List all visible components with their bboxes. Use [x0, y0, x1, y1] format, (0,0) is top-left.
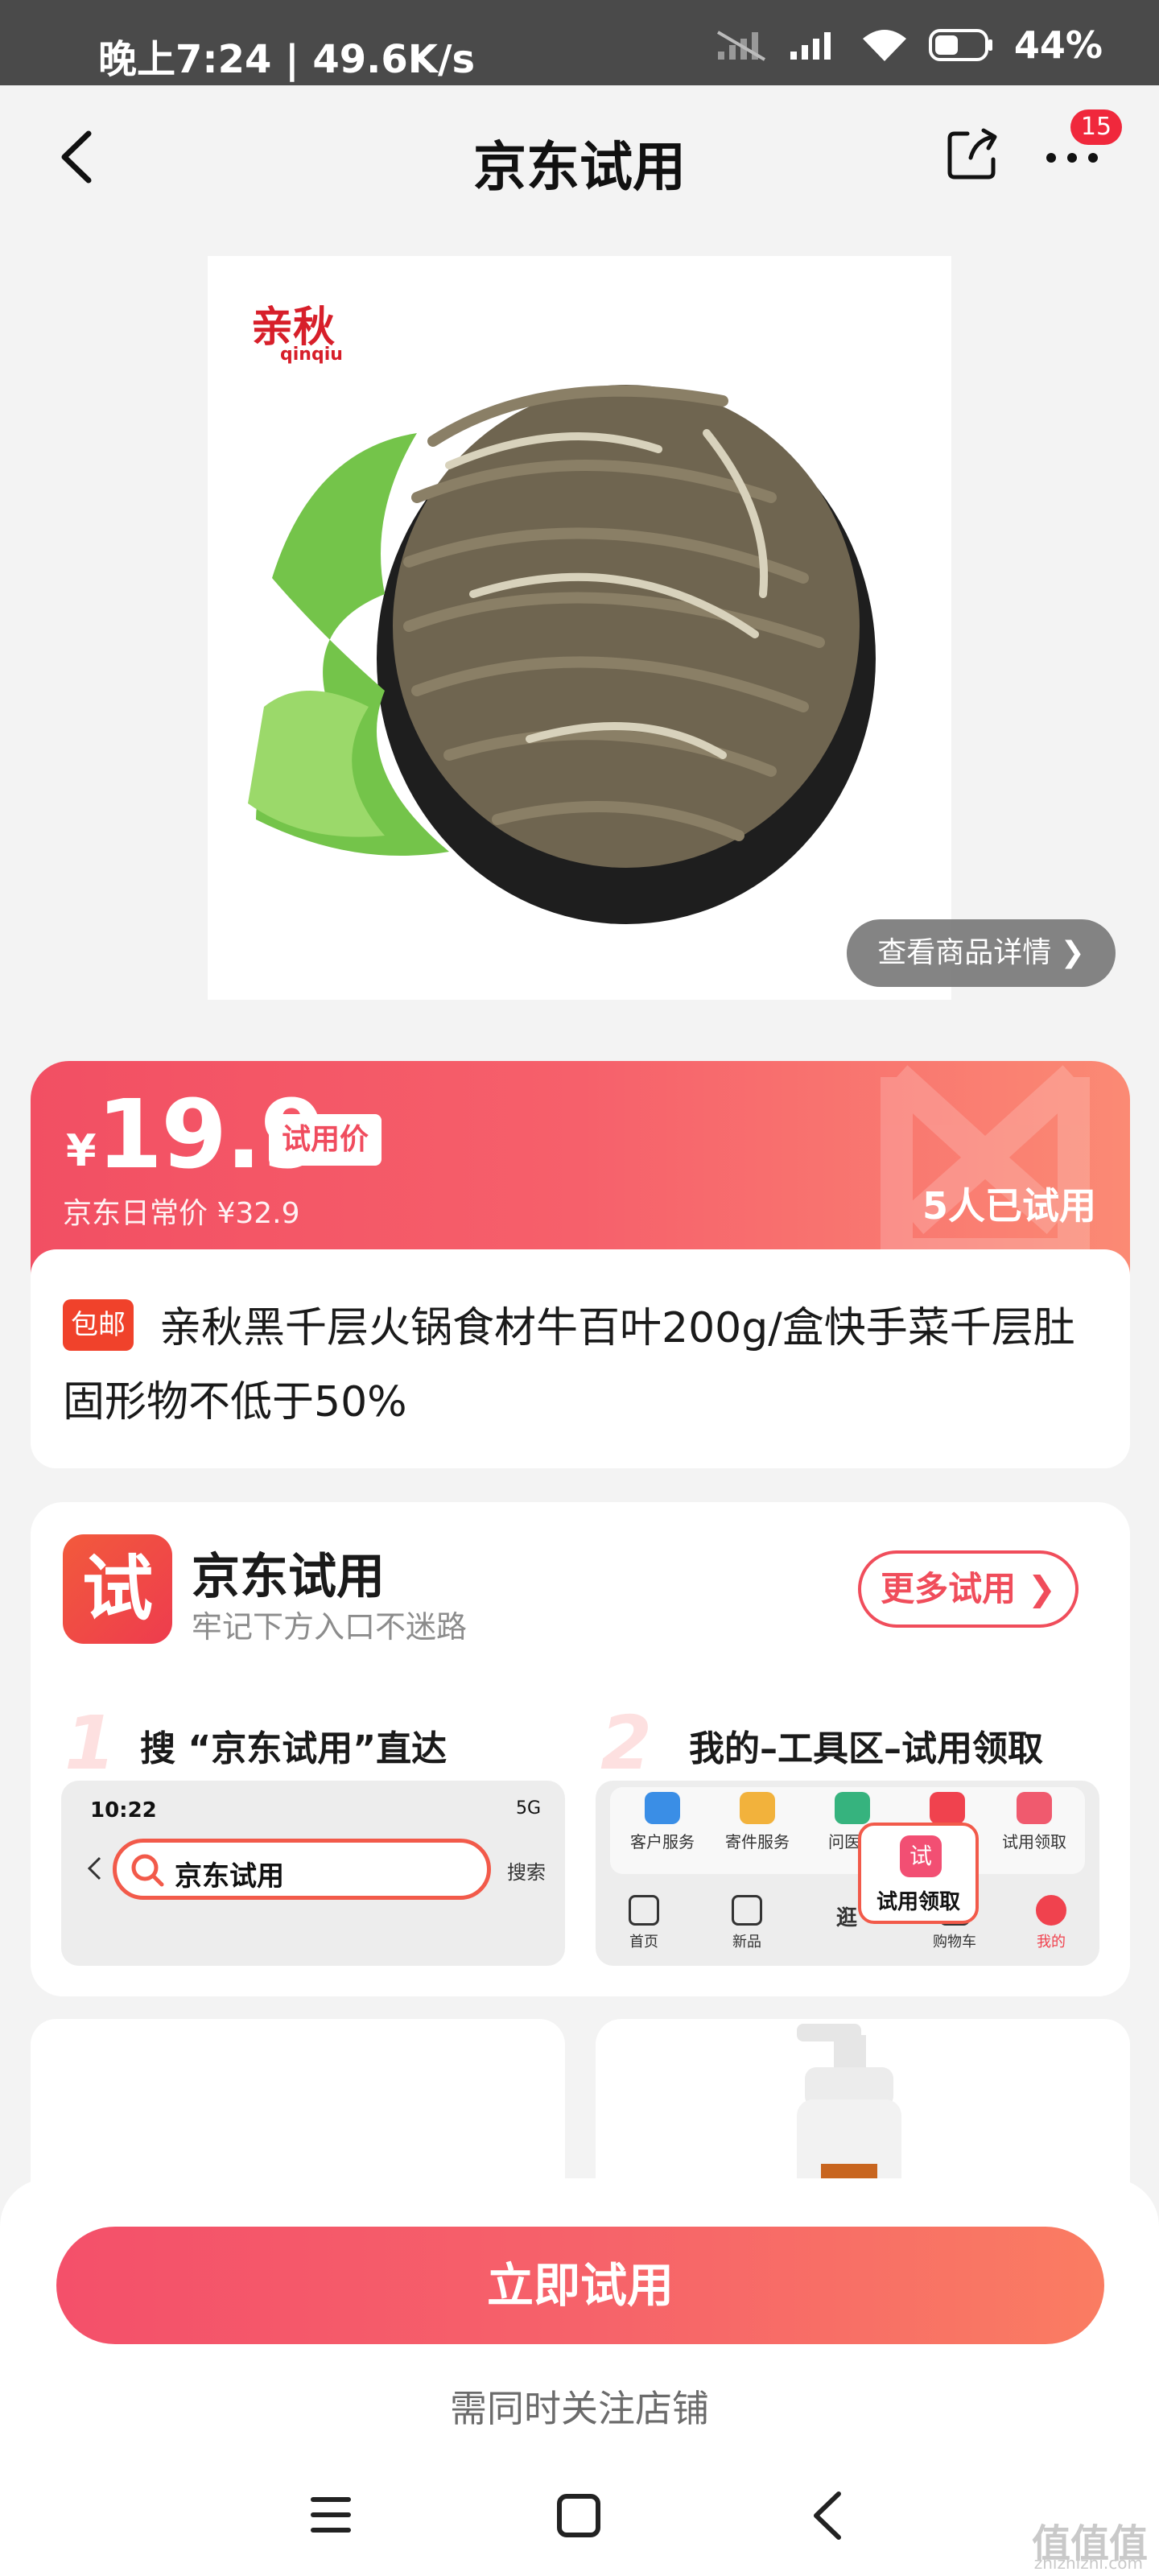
view-details-button[interactable]: 查看商品详情 ❯	[847, 919, 1116, 987]
doctor-icon	[835, 1792, 870, 1824]
trial-bag-icon	[1017, 1792, 1052, 1824]
regular-price: 京东日常价 ¥32.9	[63, 1197, 300, 1230]
status-bar: 晚上7:24 | 49.6K/s 44%	[0, 0, 1159, 85]
product-bottle-image	[797, 2024, 901, 2196]
product-image[interactable]: 亲秋 qinqiu	[208, 256, 951, 1000]
trial-price-tag: 试用价	[269, 1114, 382, 1166]
refresh-bag-icon	[930, 1792, 965, 1824]
product-title: 亲秋黑千层火锅食材牛百叶200g/盒快手菜千层肚 固形物不低于50%	[63, 1304, 1075, 1426]
mini-tool-item: 寄件服务	[713, 1792, 802, 1852]
trial-logo-icon: 试	[63, 1534, 172, 1644]
mini-status-network: 5G	[515, 1798, 541, 1818]
mini-tab-label: 购物车	[933, 1934, 976, 1951]
battery-icon	[928, 29, 992, 61]
mini-tool-label: 寄件服务	[725, 1832, 790, 1852]
trial-card-title: 京东试用	[192, 1549, 385, 1605]
bottom-action-sheet: 立即试用 需同时关注店铺	[0, 2178, 1159, 2576]
trial-card-subtitle: 牢记下方入口不迷路	[192, 1609, 468, 1645]
mini-tab: 我的	[1011, 1895, 1091, 1951]
mini-tool-label: 试用领取	[1002, 1832, 1066, 1852]
product-title-card: 亲秋黑千层火锅食材牛百叶200g/盒快手菜千层肚 固形物不低于50% 包邮	[31, 1249, 1130, 1468]
share-icon[interactable]	[943, 126, 1001, 184]
status-icons: 44%	[716, 23, 1103, 68]
more-trials-button[interactable]: 更多试用 ❯	[858, 1550, 1079, 1628]
system-back-icon[interactable]	[808, 2487, 847, 2544]
home-square-icon[interactable]	[557, 2494, 600, 2537]
price-currency: ¥	[66, 1125, 97, 1176]
search-icon	[131, 1854, 164, 1887]
headset-icon	[645, 1792, 680, 1824]
signal-icon	[790, 32, 831, 60]
product-photo	[248, 385, 876, 924]
step-1-text: 搜 “京东试用”直达	[140, 1728, 448, 1769]
nav-bar: 京东试用 15	[0, 85, 1159, 229]
price-card: ¥ 19.9 试用价 京东日常价 ¥32.9 5人已试用 亲秋黑千层火锅食材牛百…	[31, 1061, 1130, 1468]
step-2-illustration: 客户服务 寄件服务 问医生 试用领取 首页 新品 逛 购物车 我的 试 试用领取	[596, 1781, 1099, 1966]
tried-count: 5人已试用	[922, 1184, 1096, 1228]
home-icon	[629, 1895, 659, 1926]
mini-tab: 首页	[604, 1895, 684, 1951]
free-shipping-badge: 包邮	[63, 1299, 134, 1351]
mini-status-time: 10:22	[90, 1798, 157, 1823]
more-icon[interactable]	[1043, 148, 1101, 167]
site-watermark-url: zhizhizhi.com	[1033, 2553, 1143, 2573]
mini-tab-label: 我的	[1037, 1934, 1066, 1951]
jd-watermark-icon	[881, 1065, 1090, 1270]
mini-tool-label: 客户服务	[630, 1832, 695, 1852]
courier-icon	[740, 1792, 775, 1824]
wifi-icon	[862, 30, 906, 61]
mini-search-button: 搜索	[507, 1861, 546, 1884]
brand-logo-latin: qinqiu	[280, 345, 343, 365]
mini-search-value: 京东试用	[175, 1860, 284, 1893]
menu-icon[interactable]	[307, 2492, 354, 2537]
mini-search-box: 京东试用	[113, 1839, 491, 1900]
step-1-number: 1	[64, 1700, 117, 1786]
mini-back-icon	[87, 1856, 101, 1880]
step-2-number: 2	[600, 1700, 653, 1786]
jd-trial-card: 试 京东试用 牢记下方入口不迷路 更多试用 ❯ 1 搜 “京东试用”直达 2 我…	[31, 1502, 1130, 1996]
mini-tab-label: 首页	[629, 1934, 658, 1951]
battery-percent: 44%	[1013, 23, 1103, 67]
status-time-speed: 晚上7:24 | 49.6K/s	[98, 37, 476, 82]
trial-claim-popup: 试 试用领取	[858, 1823, 979, 1924]
related-product-tile[interactable]	[596, 2019, 1130, 2196]
mini-tool-item: 试用领取	[990, 1792, 1079, 1852]
cube-icon	[732, 1895, 762, 1926]
try-now-button[interactable]: 立即试用	[56, 2227, 1104, 2344]
notification-badge: 15	[1070, 109, 1122, 145]
trial-claim-label: 试用领取	[876, 1890, 960, 1914]
mini-tool-row: 客户服务 寄件服务 问医生 试用领取	[610, 1787, 1085, 1874]
mini-tab-label: 逛	[835, 1906, 857, 1930]
no-sim-icon	[716, 31, 765, 61]
trial-bag-icon: 试	[900, 1835, 942, 1877]
follow-store-note: 需同时关注店铺	[450, 2387, 709, 2430]
mini-tab-label: 新品	[732, 1934, 761, 1951]
related-product-tile[interactable]	[31, 2019, 565, 2196]
step-2-text: 我的–工具区–试用领取	[689, 1728, 1043, 1769]
profile-icon	[1036, 1895, 1066, 1926]
mini-tab-row: 首页 新品 逛 购物车 我的	[596, 1885, 1099, 1966]
mini-tool-item: 客户服务	[618, 1792, 707, 1852]
step-1-illustration: 10:22 5G 京东试用 搜索	[61, 1781, 565, 1966]
mini-tab: 新品	[707, 1895, 787, 1951]
